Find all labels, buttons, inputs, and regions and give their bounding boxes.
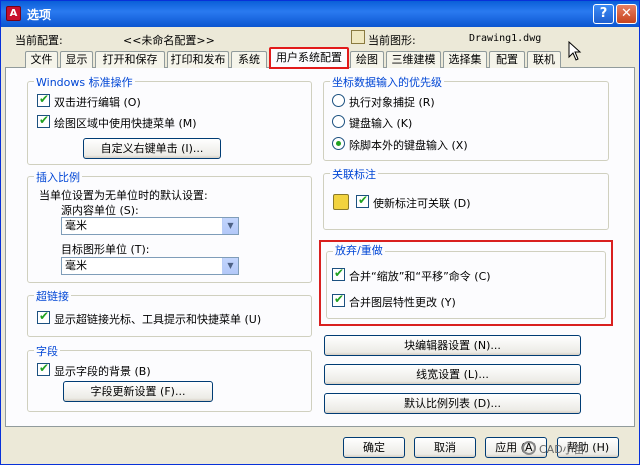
radio-running-osnap[interactable] [332, 94, 345, 107]
wechat-logo-icon [522, 441, 536, 455]
tab-plot-publish[interactable]: 打印和发布 [167, 51, 229, 68]
ok-button[interactable]: 确定 [343, 437, 405, 458]
window-title: 选项 [27, 8, 52, 22]
combine-layer-label: 合并图层特性更改 (Y) [349, 296, 456, 309]
cancel-button[interactable]: 取消 [414, 437, 476, 458]
field-update-settings-button[interactable]: 字段更新设置 (F)... [63, 381, 213, 402]
check-icon: ✔ [39, 113, 50, 127]
tab-system[interactable]: 系统 [231, 51, 267, 68]
combine-zoom-pan-checkbox[interactable]: ✔ [332, 266, 345, 281]
tab-3d-modeling[interactable]: 三维建模 [386, 51, 441, 68]
field-background-checkbox[interactable]: ✔ [37, 361, 50, 376]
current-profile-label: 当前配置: [15, 34, 63, 47]
radio-running-osnap-label: 执行对象捕捉 (R) [349, 96, 435, 109]
group-title: Windows 标准操作 [34, 74, 135, 90]
insert-scale-description: 当单位设置为无单位时的默认设置: [39, 189, 208, 202]
source-units-value: 毫米 [65, 219, 87, 232]
mouse-cursor-icon [568, 41, 582, 61]
combine-zoom-pan-label: 合并“缩放”和“平移”命令 (C) [349, 270, 491, 283]
close-button[interactable]: ✕ [616, 4, 637, 24]
radio-keyboard-except-scripts[interactable] [332, 137, 345, 150]
tab-profiles[interactable]: 配置 [489, 51, 525, 68]
tab-files[interactable]: 文件 [25, 51, 58, 68]
combine-layer-checkbox[interactable]: ✔ [332, 292, 345, 307]
radio-keyboard-entry[interactable] [332, 115, 345, 128]
group-title: 超链接 [34, 288, 71, 304]
lineweight-settings-button[interactable]: 线宽设置 (L)... [324, 364, 581, 385]
shortcut-menu-label: 绘图区域中使用快捷菜单 (M) [54, 117, 197, 130]
group-title: 字段 [34, 343, 60, 359]
associative-dimension-label: 使新标注可关联 (D) [373, 197, 471, 210]
current-drawing-value: Drawing1.dwg [469, 33, 542, 44]
group-title: 插入比例 [34, 169, 82, 185]
tab-display[interactable]: 显示 [60, 51, 93, 68]
check-icon: ✔ [39, 361, 50, 375]
tab-selection[interactable]: 选择集 [443, 51, 487, 68]
watermark-text: CAD小苗 [539, 443, 585, 456]
group-title: 坐标数据输入的优先级 [330, 74, 444, 90]
help-title-button[interactable]: ? [593, 4, 614, 24]
current-drawing-label: 当前图形: [368, 34, 416, 47]
radio-keyboard-entry-label: 键盘输入 (K) [349, 117, 413, 130]
current-profile-value: <<未命名配置>> [123, 34, 215, 47]
check-icon: ✔ [358, 193, 369, 207]
check-icon: ✔ [334, 292, 345, 306]
hyperlink-cursor-label: 显示超链接光标、工具提示和快捷菜单 (U) [54, 313, 262, 326]
check-icon: ✔ [39, 92, 50, 106]
tab-open-save[interactable]: 打开和保存 [95, 51, 165, 68]
target-units-label: 目标图形单位 (T): [61, 243, 150, 256]
check-icon: ✔ [39, 309, 50, 323]
check-icon: ✔ [334, 266, 345, 280]
radio-selected-dot [336, 141, 341, 146]
shortcut-menu-checkbox[interactable]: ✔ [37, 113, 50, 128]
group-title: 放弃/重做 [333, 242, 385, 258]
drawing-icon [351, 30, 365, 44]
apply-button[interactable]: 应用 (A) [485, 437, 547, 458]
tab-drafting[interactable]: 绘图 [350, 51, 384, 68]
target-units-value: 毫米 [65, 259, 87, 272]
target-units-select[interactable]: 毫米 ▼ [61, 257, 239, 275]
group-title: 关联标注 [330, 166, 378, 182]
title-bar: A 选项 ? ✕ [1, 1, 639, 27]
double-click-edit-label: 双击进行编辑 (O) [54, 96, 141, 109]
chevron-down-icon[interactable]: ▼ [222, 218, 238, 234]
options-dialog: A 选项 ? ✕ 当前配置: <<未命名配置>> 当前图形: Drawing1.… [0, 0, 640, 465]
default-scale-list-button[interactable]: 默认比例列表 (D)... [324, 393, 581, 414]
associative-dimension-checkbox[interactable]: ✔ [356, 193, 369, 208]
custom-right-click-button[interactable]: 自定义右键单击 (I)... [83, 138, 221, 159]
double-click-edit-checkbox[interactable]: ✔ [37, 92, 50, 107]
chevron-down-icon[interactable]: ▼ [222, 258, 238, 274]
field-background-label: 显示字段的背景 (B) [54, 365, 151, 378]
tab-online[interactable]: 联机 [527, 51, 561, 68]
tab-user-preferences[interactable]: 用户系统配置 [269, 47, 349, 69]
source-units-label: 源内容单位 (S): [61, 204, 139, 217]
hyperlink-cursor-checkbox[interactable]: ✔ [37, 309, 50, 324]
source-units-select[interactable]: 毫米 ▼ [61, 217, 239, 235]
radio-keyboard-except-scripts-label: 除脚本外的键盘输入 (X) [349, 139, 468, 152]
associative-dimension-icon [333, 194, 349, 210]
block-editor-settings-button[interactable]: 块编辑器设置 (N)... [324, 335, 581, 356]
autocad-logo-icon: A [6, 6, 21, 21]
